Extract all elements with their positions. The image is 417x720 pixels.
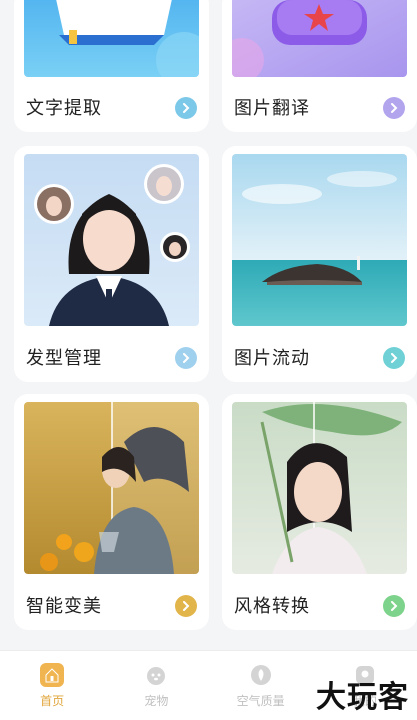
watermark-logo: 大玩客 xyxy=(316,680,409,715)
card-smart-beauty[interactable]: 智能变美 xyxy=(14,394,209,630)
style-transfer-image xyxy=(232,402,407,574)
card-hairstyle[interactable]: 发型管理 xyxy=(14,146,209,382)
card-image-flow[interactable]: 图片流动 xyxy=(222,146,417,382)
card-label: 图片流动 xyxy=(234,348,310,369)
pet-icon xyxy=(144,663,168,687)
leaf-icon xyxy=(249,663,273,687)
chevron-right-icon[interactable] xyxy=(383,595,405,617)
chevron-right-icon[interactable] xyxy=(175,97,197,119)
card-label: 文字提取 xyxy=(26,98,102,119)
image-flow-image xyxy=(232,154,407,326)
smart-beauty-image xyxy=(24,402,199,574)
card-image-translate[interactable]: 图片翻译 xyxy=(222,0,417,132)
chevron-right-icon[interactable] xyxy=(175,347,197,369)
chevron-right-icon[interactable] xyxy=(383,97,405,119)
card-label: 智能变美 xyxy=(26,596,102,617)
text-extract-image xyxy=(24,0,199,77)
home-icon xyxy=(40,663,65,687)
tab-air-quality[interactable]: 空气质量 xyxy=(209,651,313,720)
card-label: 发型管理 xyxy=(26,348,102,369)
image-translate-image xyxy=(232,0,407,77)
card-label: 风格转换 xyxy=(234,596,310,617)
tab-pet[interactable]: 宠物 xyxy=(104,651,208,720)
tab-home[interactable]: 首页 xyxy=(0,651,104,720)
tab-label: 空气质量 xyxy=(236,694,285,708)
chevron-right-icon[interactable] xyxy=(383,347,405,369)
hairstyle-image xyxy=(24,154,199,326)
tab-label: 宠物 xyxy=(144,694,169,708)
card-style-transfer[interactable]: 风格转换 xyxy=(222,394,417,630)
card-label: 图片翻译 xyxy=(234,98,310,119)
chevron-right-icon[interactable] xyxy=(175,595,197,617)
tab-label: 首页 xyxy=(40,694,65,708)
card-text-extract[interactable]: 文字提取 xyxy=(14,0,209,132)
feature-grid: 文字提取 图片翻译 发型管理 图片流动 智能变美 风格转换 xyxy=(0,0,417,650)
